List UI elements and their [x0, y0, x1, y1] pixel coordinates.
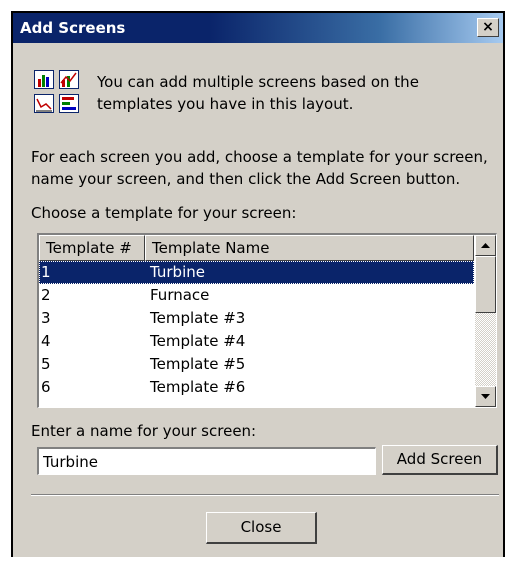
trend-chart-icon	[34, 94, 54, 113]
arrow-down-icon	[481, 394, 490, 399]
template-name: Turbine	[150, 263, 205, 281]
template-name: Template #3	[150, 309, 246, 327]
title-bar[interactable]: Add Screens ×	[13, 13, 503, 43]
list-item[interactable]: 4 Template #4	[39, 330, 474, 353]
screen-name-label: Enter a name for your screen:	[31, 422, 257, 440]
line-chart-icon	[59, 70, 79, 89]
list-item-selected[interactable]: 1 Turbine	[39, 261, 474, 284]
template-icons	[34, 70, 82, 116]
template-number: 3	[41, 309, 51, 327]
list-header: Template # Template Name	[39, 235, 474, 261]
scroll-up-button[interactable]	[475, 235, 496, 256]
intro-text: You can add multiple screens based on th…	[97, 73, 419, 113]
template-list[interactable]: Template # Template Name 1 Turbine 2 Fur…	[37, 233, 497, 408]
template-name: Template #5	[150, 355, 246, 373]
template-number: 5	[41, 355, 51, 373]
close-button[interactable]: Close	[206, 512, 317, 544]
template-number: 4	[41, 332, 51, 350]
scroll-down-button[interactable]	[475, 386, 496, 407]
column-header-template-number[interactable]: Template #	[39, 235, 145, 261]
template-name: Furnace	[150, 286, 210, 304]
instructions-text: For each screen you add, choose a templa…	[31, 148, 488, 188]
list-item[interactable]: 2 Furnace	[39, 284, 474, 307]
separator	[31, 494, 499, 496]
close-icon[interactable]: ×	[477, 18, 499, 37]
template-number: 6	[41, 378, 51, 396]
template-name: Template #4	[150, 332, 246, 350]
scroll-thumb[interactable]	[475, 256, 496, 313]
window-title: Add Screens	[20, 19, 126, 37]
vertical-scrollbar[interactable]	[475, 235, 496, 407]
list-item[interactable]: 6 Template #6	[39, 376, 474, 399]
screen-name-input[interactable]	[37, 447, 376, 475]
template-name: Template #6	[150, 378, 246, 396]
arrow-up-icon	[481, 243, 490, 248]
template-list-label: Choose a template for your screen:	[31, 204, 297, 222]
bar-chart-icon	[34, 70, 54, 89]
template-number: 2	[41, 286, 51, 304]
list-item[interactable]: 3 Template #3	[39, 307, 474, 330]
template-number: 1	[41, 263, 51, 281]
add-screen-button[interactable]: Add Screen	[382, 445, 498, 475]
column-header-template-name[interactable]: Template Name	[145, 235, 474, 261]
add-screens-dialog: Add Screens × You can add multiple scree…	[11, 11, 505, 557]
horizontal-bar-chart-icon	[59, 94, 79, 113]
list-item[interactable]: 5 Template #5	[39, 353, 474, 376]
